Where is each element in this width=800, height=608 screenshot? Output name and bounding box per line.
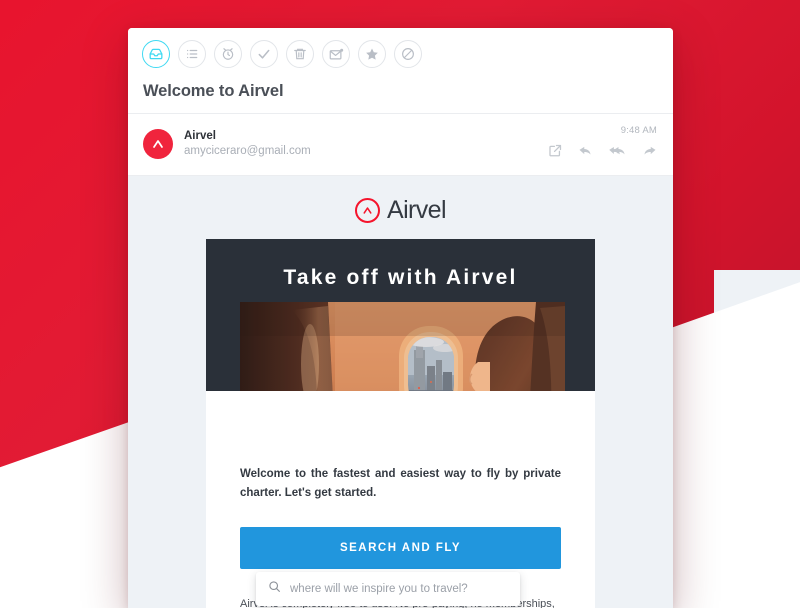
timestamp: 9:48 AM	[621, 125, 657, 136]
airvel-logo-icon	[355, 198, 380, 223]
search-input[interactable]	[290, 583, 508, 595]
list-icon	[185, 47, 199, 61]
search-icon	[268, 580, 281, 598]
sender-email: amyciceraro@gmail.com	[184, 144, 311, 159]
star-icon	[365, 47, 379, 61]
check-icon-button[interactable]	[250, 40, 278, 68]
hero-banner: Take off with Airvel	[206, 239, 595, 391]
email-brand: Airvel	[128, 190, 673, 239]
page-title: Welcome to Airvel	[128, 74, 673, 113]
search-box[interactable]	[256, 572, 520, 606]
reply-all-icon[interactable]	[609, 143, 626, 163]
share-icon[interactable]	[548, 144, 562, 163]
snooze-icon	[221, 47, 235, 61]
chevron-up-logo-icon	[150, 136, 166, 152]
check-icon	[257, 47, 271, 61]
brand-name: Airvel	[387, 196, 446, 225]
trash-icon-button[interactable]	[286, 40, 314, 68]
inbox-icon-button[interactable]	[142, 40, 170, 68]
sender-meta: Airvel amyciceraro@gmail.com	[184, 129, 311, 158]
toolbar	[128, 28, 673, 74]
sender-row: Airvel amyciceraro@gmail.com 9:48 AM	[128, 113, 673, 176]
search-and-fly-button[interactable]: SEARCH AND FLY	[240, 527, 561, 569]
sender-name: Airvel	[184, 129, 311, 144]
trash-icon	[293, 47, 307, 61]
email-body: Airvel Take off with Airvel	[128, 176, 673, 608]
hero-title: Take off with Airvel	[206, 239, 595, 290]
list-icon-button[interactable]	[178, 40, 206, 68]
email-client-window: Welcome to Airvel Airvel amyciceraro@gma…	[128, 28, 673, 608]
inbox-icon	[149, 47, 163, 61]
avatar	[143, 129, 173, 159]
block-icon	[401, 47, 415, 61]
unread-mail-icon-button[interactable]	[322, 40, 350, 68]
star-icon-button[interactable]	[358, 40, 386, 68]
sender-right: 9:48 AM	[548, 125, 657, 163]
message-actions	[548, 143, 657, 163]
intro-text: Welcome to the fastest and easiest way t…	[240, 465, 561, 503]
reply-icon[interactable]	[578, 143, 593, 163]
unread-mail-icon	[329, 47, 344, 62]
forward-icon[interactable]	[642, 143, 657, 163]
block-icon-button[interactable]	[394, 40, 422, 68]
snooze-icon-button[interactable]	[214, 40, 242, 68]
